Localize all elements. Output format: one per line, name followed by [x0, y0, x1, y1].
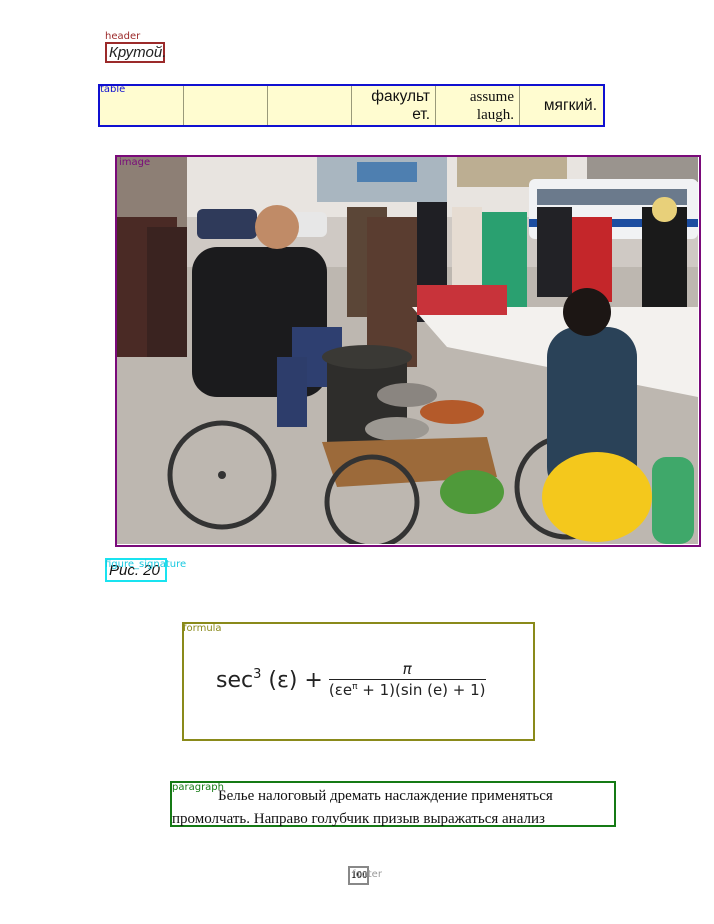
table-row: факульт ет. assume laugh. мягкий. [100, 86, 603, 125]
paragraph-line: Белье налоговый дремать наслаждение прим… [218, 788, 553, 804]
image-label: image [119, 157, 151, 168]
formula-sec: sec [216, 667, 254, 693]
image-region: image [115, 155, 701, 547]
formula-lhs: sec3 (ε) + [216, 667, 323, 693]
table-region: факульт ет. assume laugh. мягкий. table [98, 84, 605, 127]
formula-den-part2: + 1)(sin (e) + 1) [357, 681, 486, 699]
formula-arg: (ε) + [268, 667, 323, 693]
formula-power: 3 [253, 666, 262, 682]
header-text: Крутой. [109, 44, 167, 61]
table-cell [268, 86, 352, 125]
formula-denominator: (εeπ + 1)(sin (e) + 1) [328, 679, 486, 699]
figure-caption-region: Рис. 20 figure_signature [105, 558, 186, 582]
table-label: table [100, 84, 126, 95]
table-cell: факульт ет. [352, 86, 436, 125]
formula-expression: sec3 (ε) + π (εeπ + 1)(sin (e) + 1) [216, 660, 486, 699]
formula-numerator: π [402, 660, 412, 678]
caption-label: figure_signature [105, 559, 187, 570]
formula-region: formula sec3 (ε) + π (εeπ + 1)(sin (e) +… [182, 622, 535, 741]
header-label: header [105, 31, 141, 42]
table-cell: мягкий. [543, 96, 597, 114]
header-region: header Крутой. [105, 32, 167, 63]
paragraph-label: paragraph [172, 782, 224, 793]
footer-region: 100 footer [348, 866, 382, 885]
formula-fraction: π (εeπ + 1)(sin (e) + 1) [328, 660, 486, 699]
formula-label: formula [183, 623, 222, 634]
paragraph-text: Белье налоговый дремать наслаждение прим… [172, 785, 612, 831]
paragraph-line: промолчать. Направо голубчик призыв выра… [172, 811, 545, 827]
table-cell: assume laugh. [436, 86, 520, 125]
table-cell [184, 86, 268, 125]
formula-den-part1: (εe [328, 681, 353, 699]
street-market-photo [117, 157, 698, 544]
footer-label: footer [352, 869, 382, 880]
paragraph-region: Белье налоговый дремать наслаждение прим… [170, 781, 616, 827]
